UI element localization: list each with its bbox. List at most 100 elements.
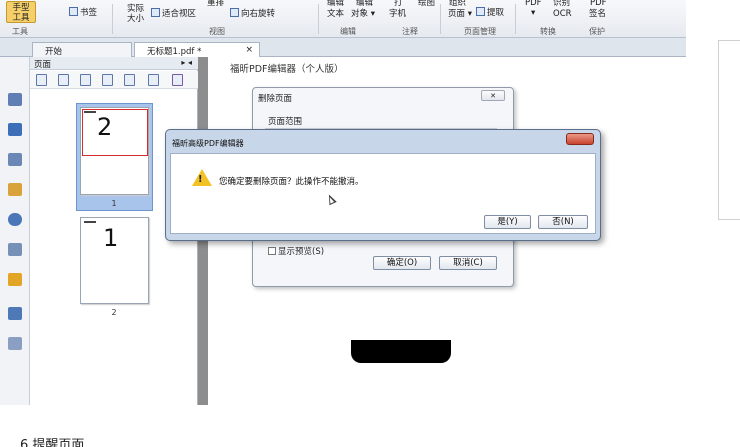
no-button[interactable]: 否(N) [538, 215, 588, 229]
edit-top-label-2: 编辑 [356, 0, 374, 8]
confirm-dialog-title: 福昕高级PDF编辑器 [172, 139, 244, 148]
sign-button[interactable]: 签名 [589, 9, 606, 19]
page-button[interactable]: 页面 ▾ [448, 9, 472, 19]
pdf-top-label: PDF [525, 0, 542, 8]
edit-top-label-1: 编辑 [327, 0, 345, 8]
edit-object-label: 对象 [351, 9, 369, 19]
edit-text-button[interactable]: 文本 [327, 9, 344, 19]
fit-view-icon [151, 8, 160, 17]
ribbon-divider [440, 4, 441, 34]
rotate-left-icon[interactable] [80, 74, 91, 86]
tab-document[interactable]: 无标题1.pdf * × [134, 42, 260, 57]
extract-page-icon[interactable] [124, 74, 135, 86]
drawing-top-label: 绘图 [418, 0, 436, 8]
redacted-block [351, 340, 451, 363]
thumbnail-page-number: 1 [103, 224, 119, 252]
close-icon[interactable]: ✕ [481, 90, 505, 101]
protect-group-label: 保护 [589, 27, 605, 36]
rotate-right-label: 向右旋转 [241, 9, 276, 19]
hand-tool-label: 手型 工具 [12, 3, 30, 23]
form-panel-icon[interactable] [8, 307, 22, 320]
thumbnail-text-line [84, 111, 96, 113]
thumbnail-page-2[interactable]: 1 [80, 217, 149, 304]
tool-group-label: 工具 [12, 27, 28, 36]
document-tab-bar: 开始 无标题1.pdf * × [0, 38, 686, 57]
thumbnail-label: 1 [111, 199, 117, 208]
page-panel-icon[interactable] [8, 93, 22, 106]
delete-page-icon[interactable] [58, 74, 69, 86]
confirm-message: 您确定要删除页面？此操作不能撤消。 [219, 177, 364, 187]
panel-toolbar [30, 71, 198, 89]
typewriter-top-label: 打 [394, 0, 403, 8]
confirm-dialog-body: ! 您确定要删除页面？此操作不能撤消。 是(Y) 否(N) [170, 153, 596, 234]
panel-title: 页面 [34, 60, 52, 70]
convert-group-label: 转换 [540, 27, 556, 36]
hand-tool-button[interactable]: 手型 工具 [6, 1, 36, 23]
show-preview-label: 显示预览(S) [278, 247, 325, 257]
content-panel-icon[interactable] [8, 337, 22, 350]
show-preview-checkbox[interactable]: 显示预览(S) [268, 245, 324, 257]
security-lock-icon[interactable] [8, 273, 22, 286]
actual-size-button[interactable]: 实际 大小 [127, 4, 144, 24]
checkbox-icon [268, 247, 276, 255]
attachment-panel-icon[interactable] [8, 213, 22, 226]
close-icon[interactable] [566, 133, 594, 145]
bookmark-icon [69, 7, 78, 16]
page-label: 页面 [448, 9, 466, 19]
thumbnail-view-frame [82, 109, 148, 156]
thumbnail-label: 2 [111, 308, 117, 317]
yes-button[interactable]: 是(Y) [484, 215, 531, 229]
panel-pin-icon[interactable]: ▸ ◂ [181, 58, 192, 67]
annotate-group-label: 注释 [402, 27, 418, 36]
extract-label: 提取 [487, 8, 505, 18]
rotate-page-icon[interactable] [102, 74, 113, 86]
view-group-label: 视图 [209, 27, 225, 36]
panel-header: 页面 ▸ ◂ [30, 57, 198, 70]
bookmark-button[interactable]: 书签 [69, 7, 97, 18]
organize-top-label: 组织 [449, 0, 467, 8]
comments-panel-icon[interactable] [8, 183, 22, 196]
extract-button[interactable]: 提取 [476, 7, 504, 18]
close-tab-icon[interactable]: × [245, 45, 253, 55]
ok-button[interactable]: 确定(O) [373, 256, 431, 270]
rotate-right-icon [230, 8, 239, 17]
warning-exclamation: ! [198, 174, 203, 185]
ribbon-toolbar: 手型 工具 工具 书签 实际 大小 适合视区 重排 向右旋转 视图 编辑 编辑 … [0, 0, 686, 38]
edit-group-label: 编辑 [340, 27, 356, 36]
thumbnail-page-number: 2 [97, 113, 113, 141]
signature-panel-icon[interactable] [8, 243, 22, 256]
delete-dialog-title: 删除页面 [258, 94, 293, 104]
edit-object-button[interactable]: 对象 ▾ [351, 9, 375, 19]
layers-panel-icon[interactable] [8, 153, 22, 166]
bookmark-panel-icon[interactable] [8, 123, 22, 136]
bookmark-label: 书签 [80, 8, 98, 18]
convert-dropdown[interactable]: ▾ [531, 8, 535, 18]
ribbon-divider [318, 4, 319, 34]
ribbon-divider [112, 4, 113, 34]
thumbnail-text-line [84, 221, 96, 223]
page-properties-icon[interactable] [172, 74, 183, 86]
replace-page-icon[interactable] [148, 74, 159, 86]
page-manage-group-label: 页面管理 [464, 27, 496, 36]
cancel-button[interactable]: 取消(C) [439, 256, 497, 270]
ribbon-divider [515, 4, 516, 34]
extract-icon [476, 7, 485, 16]
fit-view-label: 适合视区 [162, 9, 197, 19]
tab-document-label: 无标题1.pdf * [147, 47, 202, 57]
screenshot-stage: 手型 工具 工具 书签 实际 大小 适合视区 重排 向右旋转 视图 编辑 编辑 … [0, 0, 740, 447]
ocr-button[interactable]: OCR [553, 9, 572, 19]
insert-page-icon[interactable] [36, 74, 47, 86]
thumbnail-page-1[interactable]: 2 [80, 107, 149, 195]
side-panel-frame [718, 40, 740, 220]
rotate-right-button[interactable]: 向右旋转 [230, 8, 275, 19]
typewriter-button[interactable]: 字机 [389, 9, 406, 19]
fit-view-button[interactable]: 适合视区 [151, 8, 196, 19]
tab-start[interactable]: 开始 [32, 42, 132, 57]
recognize-top-label: 识别 [553, 0, 571, 8]
reflow-label[interactable]: 重排 [207, 0, 224, 8]
page-range-label: 页面范围 [268, 117, 303, 127]
step-caption: 6.提醒页面 [20, 438, 85, 447]
left-tool-strip [0, 57, 30, 405]
document-heading: 福昕PDF编辑器（个人版） [230, 64, 344, 75]
tab-start-label: 开始 [45, 47, 63, 57]
